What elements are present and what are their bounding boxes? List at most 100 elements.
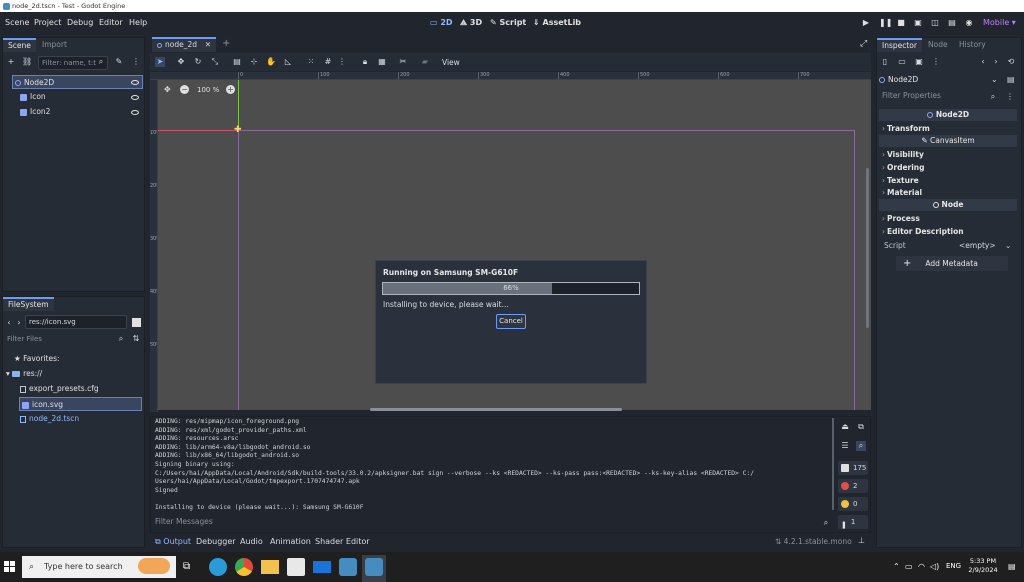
- skeleton-icon[interactable]: ✂: [398, 57, 408, 67]
- tray-chevron-up-icon[interactable]: ⌃: [893, 562, 900, 571]
- property-group-ordering[interactable]: › Ordering: [882, 163, 925, 172]
- property-group-visibility[interactable]: › Visibility: [882, 150, 924, 159]
- select-mode-icon[interactable]: ➤: [155, 57, 165, 67]
- pivot-mode-icon[interactable]: ⊹: [249, 57, 259, 67]
- move-mode-icon[interactable]: ✥: [176, 57, 186, 67]
- property-group-editor-description[interactable]: › Editor Description: [882, 227, 964, 236]
- pause-icon[interactable]: ❚❚: [879, 18, 892, 28]
- filter-messages-input[interactable]: Filter Messages: [152, 516, 832, 530]
- wifi-icon[interactable]: ◠: [918, 562, 925, 571]
- play-icon[interactable]: ▶: [861, 18, 871, 28]
- ruler-mode-icon[interactable]: ◺: [283, 57, 293, 67]
- bottom-tab-output[interactable]: ⧉ Output: [155, 537, 191, 547]
- taskbar-clock[interactable]: 5:33 PM 2/9/2024: [966, 557, 1000, 575]
- visibility-eye-icon[interactable]: [131, 80, 139, 85]
- notifications-icon[interactable]: ▤: [1008, 562, 1016, 571]
- menu-project[interactable]: Project: [34, 18, 61, 27]
- stop-icon[interactable]: ■: [896, 18, 906, 28]
- menu-help[interactable]: Help: [129, 18, 147, 27]
- filter-properties-input[interactable]: Filter Properties: [879, 90, 1001, 104]
- tree-item-node2d[interactable]: Node2D: [12, 75, 143, 89]
- cancel-button[interactable]: Cancel: [496, 314, 526, 329]
- view-menu[interactable]: View: [442, 58, 460, 67]
- godot-taskbar-icon[interactable]: [339, 558, 357, 576]
- pin-panel-icon[interactable]: ⊥: [858, 536, 865, 545]
- output-scrollbar[interactable]: [832, 418, 834, 510]
- zoom-level[interactable]: 100 %: [197, 86, 219, 94]
- bottom-tab-animation[interactable]: Animation: [270, 537, 311, 546]
- store-icon[interactable]: [287, 558, 305, 576]
- split-view-icon[interactable]: [132, 318, 141, 327]
- bottom-tab-debugger[interactable]: Debugger: [196, 537, 236, 546]
- add-scene-tab-icon[interactable]: +: [222, 38, 230, 49]
- input-language[interactable]: ENG: [946, 562, 961, 570]
- horizontal-scrollbar[interactable]: [370, 408, 622, 411]
- task-view-icon[interactable]: ⧉: [183, 558, 201, 576]
- tab-node[interactable]: Node: [923, 38, 953, 52]
- mail-icon[interactable]: [313, 561, 331, 573]
- edge-browser-icon[interactable]: [209, 558, 227, 576]
- workspace-script-button[interactable]: ✎ Script: [490, 18, 526, 27]
- collapse-icon[interactable]: ☰: [840, 441, 850, 451]
- clear-output-icon[interactable]: ⏏: [840, 422, 850, 432]
- tab-scene[interactable]: Scene: [3, 38, 36, 52]
- node-script-icon[interactable]: ▤: [1007, 75, 1015, 84]
- tab-history[interactable]: History: [954, 38, 991, 52]
- messages-filter-button[interactable]: 175: [838, 461, 868, 475]
- tab-import[interactable]: Import: [37, 38, 72, 52]
- inspected-object-selector[interactable]: Node2D: [879, 73, 1001, 86]
- godot-editor-taskbar-icon[interactable]: [365, 558, 383, 576]
- save-resource-icon[interactable]: ▣: [914, 57, 924, 67]
- link-icon[interactable]: ⛓: [22, 57, 32, 67]
- workspace-3d-button[interactable]: ⟁ 3D: [460, 18, 482, 28]
- errors-filter-button[interactable]: 2: [838, 479, 868, 493]
- property-group-transform[interactable]: › Transform: [882, 124, 930, 133]
- volume-icon[interactable]: ◁): [930, 562, 939, 571]
- visibility-eye-icon[interactable]: [131, 110, 139, 115]
- new-resource-icon[interactable]: ▯: [880, 57, 890, 67]
- grid-snap-icon[interactable]: #: [323, 57, 333, 67]
- file-node2d-tscn[interactable]: node_2d.tscn: [20, 412, 140, 426]
- selectable-nodes-icon[interactable]: ▤: [232, 57, 242, 67]
- chevron-down-icon[interactable]: ⌄: [1005, 241, 1011, 250]
- menu-debug[interactable]: Debug: [67, 18, 93, 27]
- chrome-browser-icon[interactable]: [235, 558, 253, 576]
- chevron-down-icon[interactable]: ⌄: [991, 75, 998, 84]
- distraction-free-icon[interactable]: ⤢: [860, 39, 867, 49]
- bottom-tab-shader-editor[interactable]: Shader Editor: [315, 537, 370, 546]
- visibility-eye-icon[interactable]: [131, 95, 139, 100]
- center-view-icon[interactable]: ✥: [164, 85, 171, 94]
- favorites-header[interactable]: ★ Favorites:: [14, 352, 134, 366]
- network-icon[interactable]: ▭: [905, 562, 913, 571]
- tree-item-icon[interactable]: Icon: [20, 90, 140, 104]
- tab-node2d-scene[interactable]: node_2d ✕: [152, 37, 216, 52]
- filesystem-filter-input[interactable]: Filter Files: [4, 333, 128, 347]
- warnings-filter-button[interactable]: 0: [838, 497, 868, 511]
- history-back-icon[interactable]: ‹: [978, 57, 988, 67]
- renderer-select[interactable]: Mobile ▾: [983, 18, 1016, 27]
- property-group-texture[interactable]: › Texture: [882, 176, 919, 185]
- add-metadata-button[interactable]: + Add Metadata: [896, 256, 1008, 271]
- menu-scene[interactable]: Scene: [5, 18, 29, 27]
- menu-editor[interactable]: Editor: [99, 18, 123, 27]
- add-node-icon[interactable]: +: [6, 57, 16, 67]
- property-group-material[interactable]: › Material: [882, 188, 922, 197]
- remote-debug-icon[interactable]: ▣: [913, 18, 923, 28]
- kebab-menu-icon[interactable]: ⋮: [131, 57, 141, 67]
- workspace-2d-button[interactable]: ▭ 2D: [430, 18, 453, 27]
- property-group-process[interactable]: › Process: [882, 214, 920, 223]
- folder-res[interactable]: ▾ res://: [6, 367, 126, 381]
- object-history-icon[interactable]: ⟲: [1006, 57, 1016, 67]
- tree-item-icon2[interactable]: Icon2: [20, 105, 140, 119]
- tab-filesystem[interactable]: FileSystem: [3, 297, 54, 311]
- script-property-value[interactable]: <empty>: [959, 241, 996, 250]
- zoom-out-icon[interactable]: −: [180, 85, 189, 94]
- movie-maker-icon[interactable]: ◉: [964, 18, 974, 28]
- bottom-tab-audio[interactable]: Audio: [240, 537, 263, 546]
- load-resource-icon[interactable]: ▭: [897, 57, 907, 67]
- pan-mode-icon[interactable]: ✋: [266, 57, 276, 67]
- play-custom-scene-icon[interactable]: ▤: [947, 18, 957, 28]
- forward-icon[interactable]: ›: [14, 318, 24, 328]
- filesystem-path-field[interactable]: res://icon.svg: [25, 315, 127, 329]
- search-icon[interactable]: ⌕: [856, 441, 866, 451]
